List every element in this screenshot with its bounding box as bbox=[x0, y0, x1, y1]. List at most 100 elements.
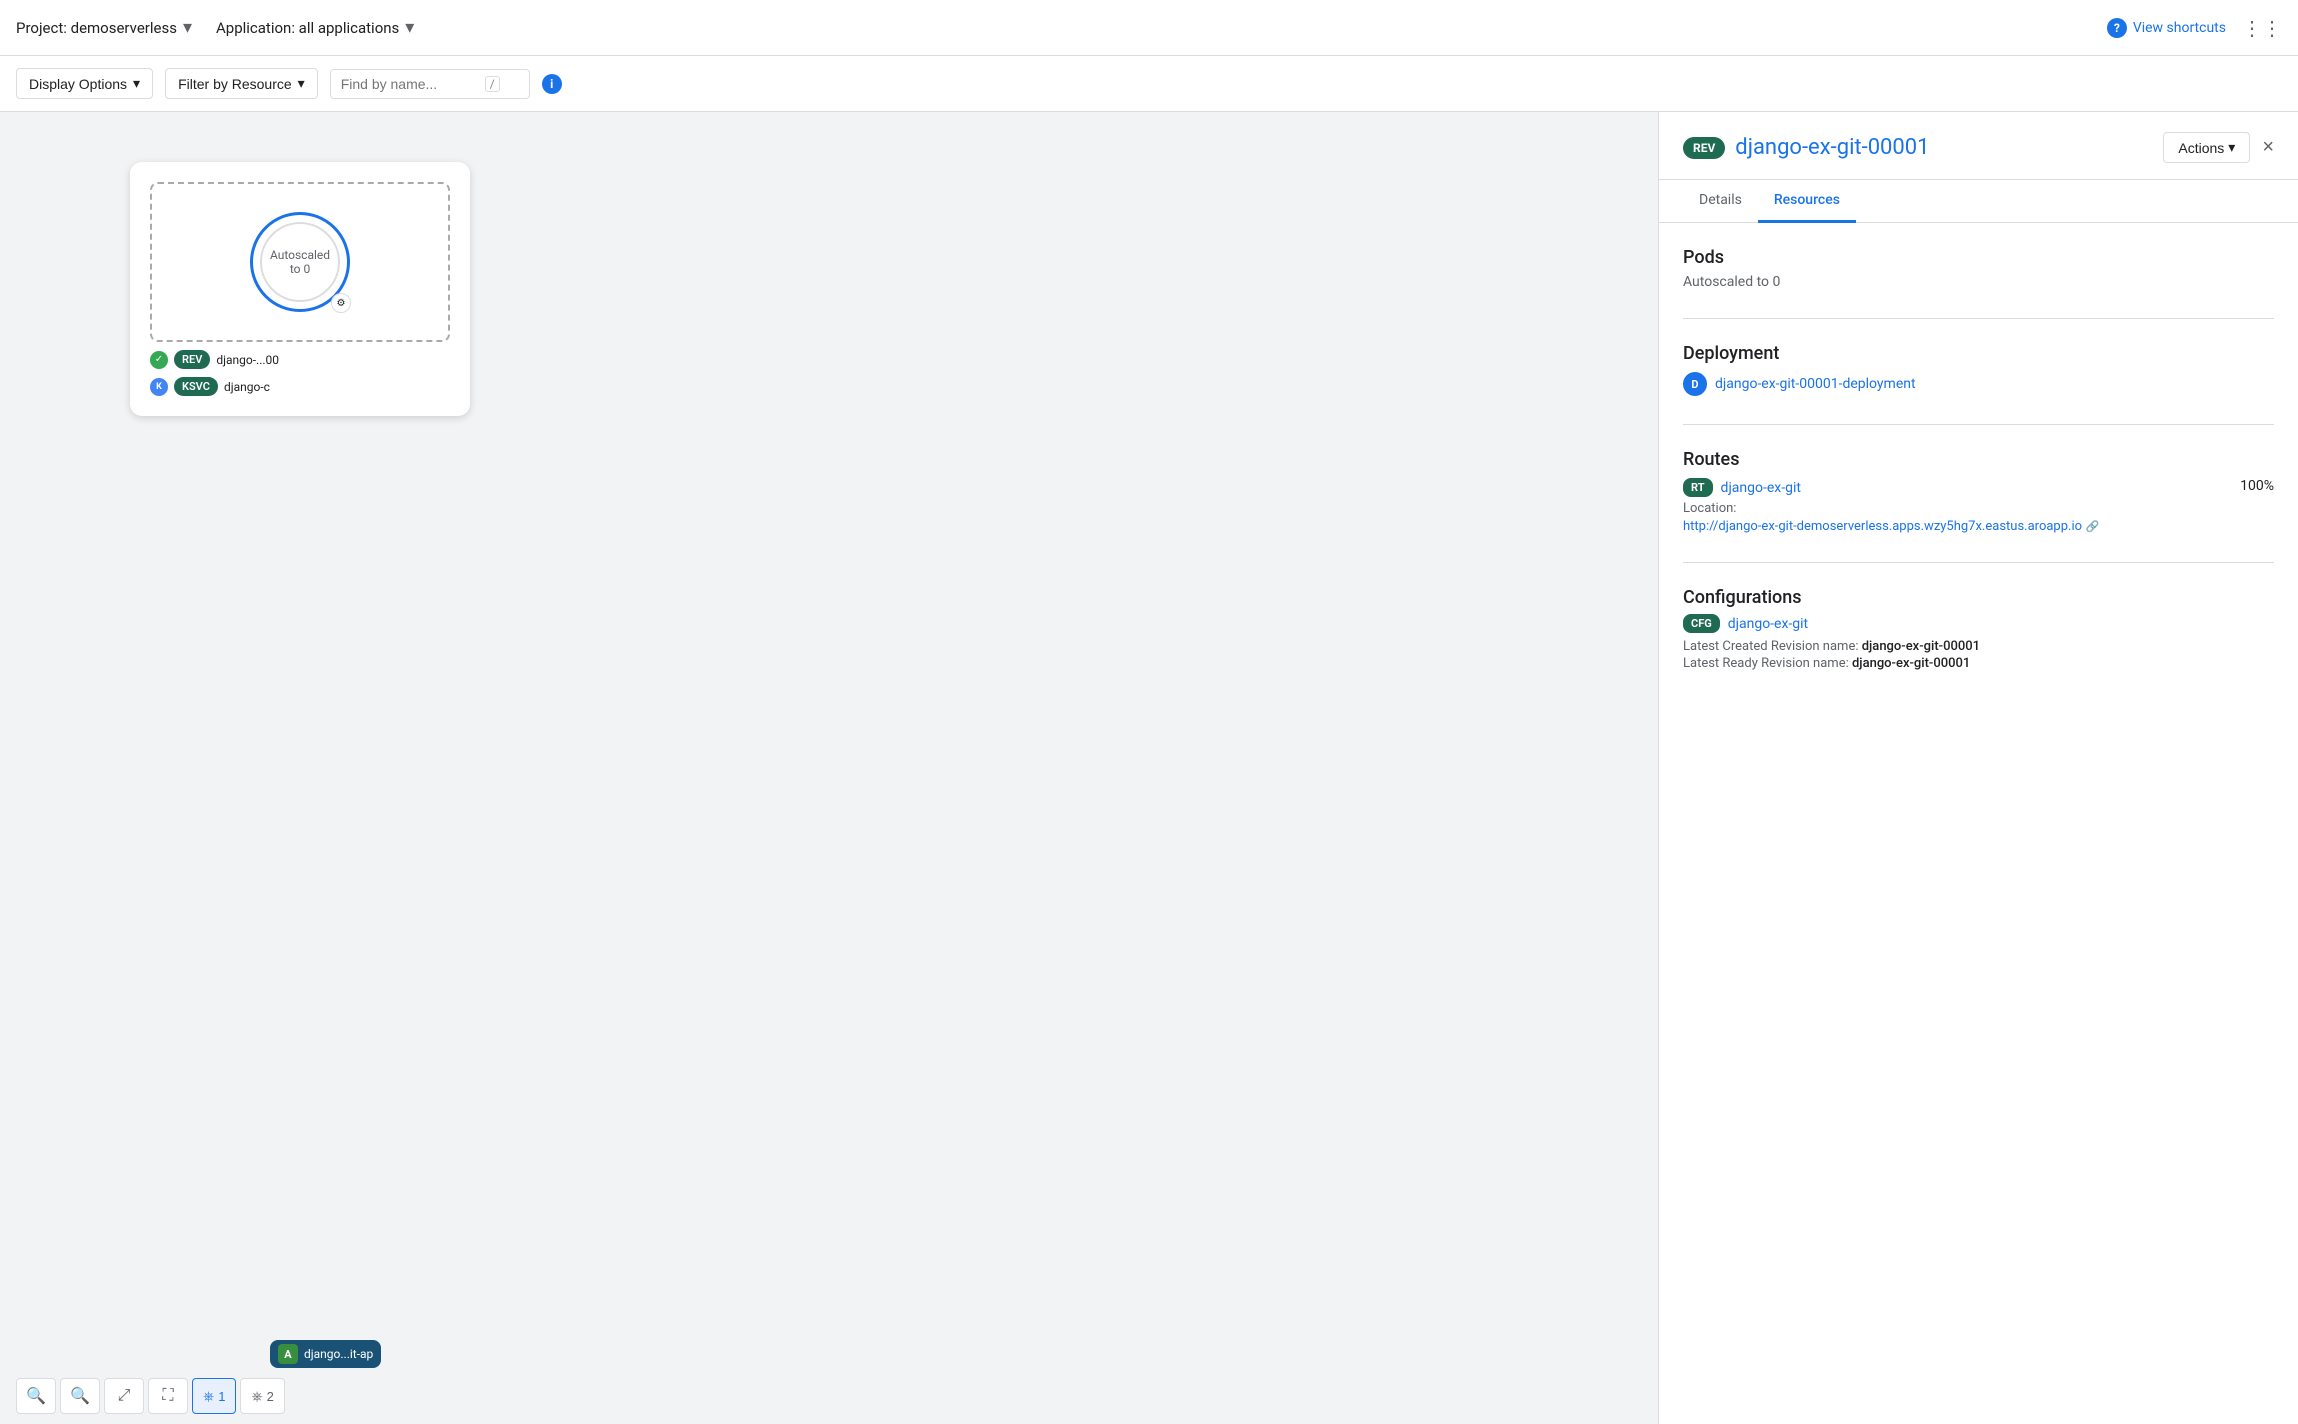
filter-by-resource-button[interactable]: Filter by Resource ▾ bbox=[165, 68, 318, 99]
actions-label: Actions bbox=[2178, 140, 2224, 156]
node-count-1-button[interactable]: ⎈ 1 bbox=[192, 1378, 236, 1414]
rt-badge-icon: RT bbox=[1683, 478, 1713, 497]
cfg-link[interactable]: django-ex-git bbox=[1728, 616, 1808, 632]
canvas-area[interactable]: Autoscaledto 0 ⚙ ✓ REV django-...00 K KS… bbox=[0, 112, 1658, 1424]
help-icon: ? bbox=[2107, 18, 2127, 38]
latest-ready-value: django-ex-git-00001 bbox=[1852, 656, 1970, 671]
zoom-in-icon: 🔍 bbox=[26, 1386, 46, 1406]
divider-1 bbox=[1683, 318, 2274, 319]
node-count-2-label: 2 bbox=[267, 1389, 274, 1404]
search-slash: / bbox=[485, 76, 500, 92]
deployment-item: D django-ex-git-00001-deployment bbox=[1683, 372, 2274, 396]
project-label: Project: demoserverless bbox=[16, 19, 177, 37]
latest-ready-detail: Latest Ready Revision name: django-ex-gi… bbox=[1683, 656, 2274, 671]
display-options-label: Display Options bbox=[29, 76, 127, 92]
route-percent: 100% bbox=[2240, 478, 2274, 494]
panel-rev-badge: REV bbox=[1683, 137, 1725, 159]
expand-icon: ⛶ bbox=[162, 1387, 173, 1405]
route-url-link[interactable]: http://django-ex-git-demoserverless.apps… bbox=[1683, 519, 2082, 534]
routes-item: RT django-ex-git 100% Location: http://d… bbox=[1683, 478, 2274, 534]
routes-title: Routes bbox=[1683, 449, 2274, 470]
a-badge-icon: A bbox=[278, 1344, 298, 1364]
rev-chip-label: REV bbox=[182, 353, 202, 366]
rev-chip: REV bbox=[174, 350, 210, 369]
tabs: Details Resources bbox=[1659, 180, 2298, 223]
panel-content: Pods Autoscaled to 0 Deployment D django… bbox=[1659, 223, 2298, 1424]
zoom-in-button[interactable]: 🔍 bbox=[16, 1378, 56, 1414]
ksvc-chip: KSVC bbox=[174, 377, 218, 396]
latest-created-value: django-ex-git-00001 bbox=[1862, 639, 1980, 654]
close-button[interactable]: × bbox=[2262, 136, 2274, 159]
app-chevron-icon: ▾ bbox=[405, 17, 414, 38]
fit-icon: ⤢ bbox=[118, 1387, 131, 1405]
node-count-2-icon: ⎈ bbox=[251, 1388, 262, 1405]
toolbar: Display Options ▾ Filter by Resource ▾ /… bbox=[0, 56, 2298, 112]
zoom-out-icon: 🔍 bbox=[70, 1386, 90, 1406]
panel-header: REV django-ex-git-00001 Actions ▾ × bbox=[1659, 112, 2298, 180]
top-bar-right: ? View shortcuts ⋮⋮ bbox=[2107, 16, 2282, 40]
info-icon[interactable]: i bbox=[542, 74, 562, 94]
search-input[interactable] bbox=[341, 76, 481, 92]
deployment-section: Deployment D django-ex-git-00001-deploym… bbox=[1683, 343, 2274, 396]
route-name[interactable]: django-ex-git bbox=[1721, 480, 1801, 496]
bottom-toolbar: 🔍 🔍 ⤢ ⛶ ⎈ 1 ⎈ 2 bbox=[0, 1368, 301, 1424]
tab-details[interactable]: Details bbox=[1683, 180, 1758, 223]
routes-section: Routes RT django-ex-git 100% Location: h… bbox=[1683, 449, 2274, 534]
divider-2 bbox=[1683, 424, 2274, 425]
deployment-link[interactable]: django-ex-git-00001-deployment bbox=[1715, 376, 1916, 392]
route-location: Location: bbox=[1683, 501, 2274, 516]
ksvc-node-row: K KSVC django-c bbox=[150, 377, 450, 396]
app-node-name: django...it-ap bbox=[304, 1347, 373, 1361]
search-bar: / bbox=[330, 69, 530, 99]
filter-chevron-icon: ▾ bbox=[298, 75, 305, 92]
actions-button[interactable]: Actions ▾ bbox=[2163, 132, 2250, 163]
actions-chevron-icon: ▾ bbox=[2228, 139, 2235, 156]
view-shortcuts-label: View shortcuts bbox=[2133, 20, 2226, 36]
grid-menu-icon[interactable]: ⋮⋮ bbox=[2242, 16, 2282, 40]
latest-created-label: Latest Created Revision name: bbox=[1683, 639, 1858, 654]
k-badge-icon: K bbox=[150, 378, 168, 396]
node-count-1-label: 1 bbox=[218, 1389, 225, 1404]
rev-node-name: django-...00 bbox=[216, 353, 279, 367]
rev-node-row: ✓ REV django-...00 bbox=[150, 350, 450, 369]
latest-ready-label: Latest Ready Revision name: bbox=[1683, 656, 1849, 671]
app-selector[interactable]: Application: all applications ▾ bbox=[216, 17, 414, 38]
pods-subtitle: Autoscaled to 0 bbox=[1683, 274, 2274, 290]
project-selector[interactable]: Project: demoserverless ▾ bbox=[16, 17, 192, 38]
route-url-container: http://django-ex-git-demoserverless.apps… bbox=[1683, 518, 2274, 534]
display-options-button[interactable]: Display Options ▾ bbox=[16, 68, 153, 99]
project-chevron-icon: ▾ bbox=[183, 17, 192, 38]
d-badge-icon: D bbox=[1683, 372, 1707, 396]
deployment-title: Deployment bbox=[1683, 343, 2274, 364]
node-count-1-icon: ⎈ bbox=[203, 1388, 214, 1405]
canvas-card: Autoscaledto 0 ⚙ ✓ REV django-...00 K KS… bbox=[130, 162, 470, 416]
detail-panel: REV django-ex-git-00001 Actions ▾ × Deta… bbox=[1658, 112, 2298, 1424]
gear-icon: ⚙ bbox=[331, 293, 351, 313]
latest-created-detail: Latest Created Revision name: django-ex-… bbox=[1683, 639, 2274, 654]
divider-3 bbox=[1683, 562, 2274, 563]
view-shortcuts-link[interactable]: ? View shortcuts bbox=[2107, 18, 2226, 38]
route-row: RT django-ex-git 100% bbox=[1683, 478, 2274, 497]
top-bar: Project: demoserverless ▾ Application: a… bbox=[0, 0, 2298, 56]
configurations-section: Configurations CFG django-ex-git Latest … bbox=[1683, 587, 2274, 671]
panel-title-row: REV django-ex-git-00001 bbox=[1683, 135, 1930, 160]
tab-resources[interactable]: Resources bbox=[1758, 180, 1856, 223]
zoom-out-button[interactable]: 🔍 bbox=[60, 1378, 100, 1414]
top-bar-left: Project: demoserverless ▾ Application: a… bbox=[16, 17, 414, 38]
autoscaled-label: Autoscaledto 0 bbox=[270, 248, 330, 276]
node-count-2-button[interactable]: ⎈ 2 bbox=[240, 1378, 284, 1414]
check-icon: ✓ bbox=[150, 351, 168, 369]
dashed-box: Autoscaledto 0 ⚙ bbox=[150, 182, 450, 342]
ksvc-node-name: django-c bbox=[224, 380, 270, 394]
pods-title: Pods bbox=[1683, 247, 2274, 268]
app-node-row: A django...it-ap bbox=[270, 1340, 381, 1368]
close-icon: × bbox=[2262, 136, 2274, 158]
route-left: RT django-ex-git bbox=[1683, 478, 1801, 497]
fit-button[interactable]: ⤢ bbox=[104, 1378, 144, 1414]
panel-title: django-ex-git-00001 bbox=[1735, 135, 1929, 160]
circle-inner: Autoscaledto 0 bbox=[260, 222, 340, 302]
expand-button[interactable]: ⛶ bbox=[148, 1378, 188, 1414]
pods-section: Pods Autoscaled to 0 bbox=[1683, 247, 2274, 290]
cfg-row: CFG django-ex-git bbox=[1683, 614, 2274, 633]
circle-node: Autoscaledto 0 ⚙ bbox=[250, 212, 350, 312]
